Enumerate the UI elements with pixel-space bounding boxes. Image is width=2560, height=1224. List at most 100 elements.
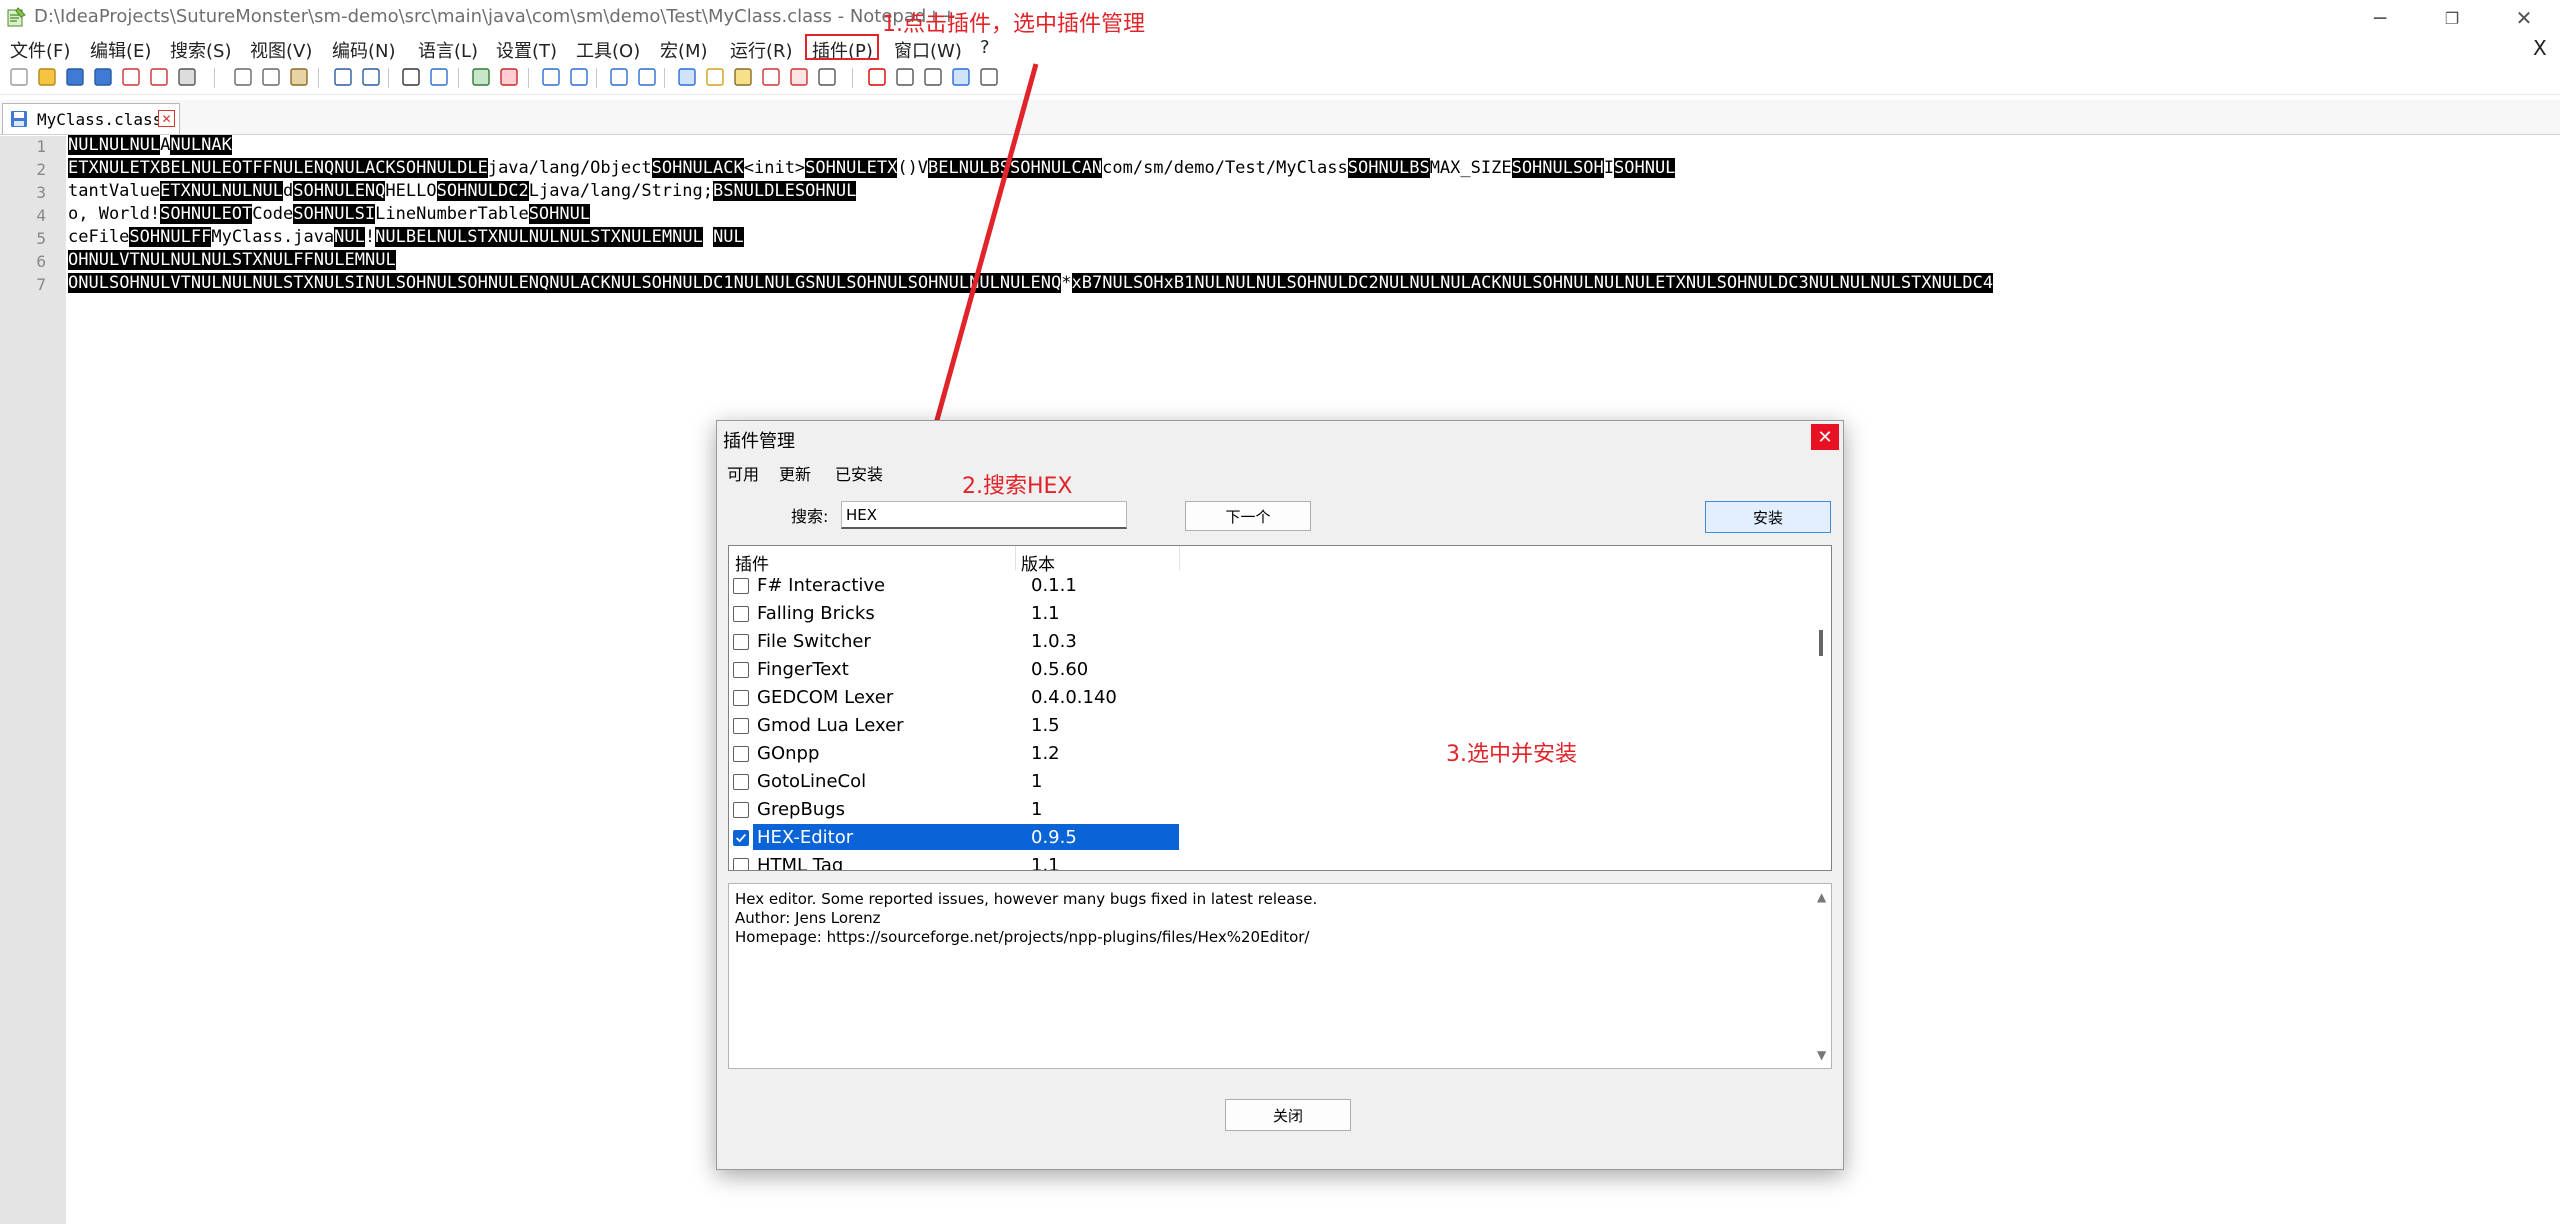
copy-icon[interactable]: [260, 66, 282, 88]
plugin-row[interactable]: File Switcher 1.0.3: [729, 628, 1819, 656]
scroll-up-icon[interactable]: ▲: [1817, 890, 1826, 904]
record-macro-icon[interactable]: [866, 66, 888, 88]
plugin-checkbox[interactable]: [733, 830, 749, 846]
save-all-icon[interactable]: [92, 66, 114, 88]
plugin-row[interactable]: GOnpp 1.2: [729, 740, 1819, 768]
function-list-icon[interactable]: [760, 66, 782, 88]
menu-search[interactable]: 搜索(S): [170, 37, 231, 63]
play-macro-icon[interactable]: [922, 66, 944, 88]
save-macro-icon[interactable]: [978, 66, 1000, 88]
all-chars-icon[interactable]: [636, 66, 658, 88]
menu-run[interactable]: 运行(R): [730, 37, 793, 63]
menu-macro[interactable]: 宏(M): [660, 37, 708, 63]
code-line[interactable]: ETXNULETXBELNULEOTFFNULENQNULACKSOHNULDL…: [68, 158, 1676, 178]
menu-language[interactable]: 语言(L): [418, 37, 478, 63]
menu-help[interactable]: ?: [980, 37, 990, 58]
plugin-row[interactable]: Falling Bricks 1.1: [729, 600, 1819, 628]
tab-close-icon[interactable]: ✕: [158, 110, 175, 127]
find-icon[interactable]: [400, 66, 422, 88]
control-char-token: OH: [68, 250, 89, 270]
plugin-checkbox[interactable]: [733, 718, 749, 734]
paste-icon[interactable]: [288, 66, 310, 88]
zoom-in-icon[interactable]: [470, 66, 492, 88]
control-char-token: NUL: [272, 158, 304, 178]
menu-edit[interactable]: 编辑(E): [90, 37, 151, 63]
wrap-icon[interactable]: [608, 66, 630, 88]
line-number: 5: [36, 229, 46, 248]
minimize-button[interactable]: ─: [2348, 0, 2412, 36]
menu-file[interactable]: 文件(F): [10, 37, 70, 63]
print-icon[interactable]: [176, 66, 198, 88]
monitor-icon[interactable]: [816, 66, 838, 88]
menu-tools[interactable]: 工具(O): [576, 37, 640, 63]
stop-macro-icon[interactable]: [894, 66, 916, 88]
folder-workspace-icon[interactable]: [788, 66, 810, 88]
code-line[interactable]: OHNULVTNULNULNULSTXNULFFNULEMNUL: [68, 250, 396, 270]
cut-icon[interactable]: [232, 66, 254, 88]
text-token: MyClass.java: [211, 227, 335, 247]
doc-map-icon[interactable]: [732, 66, 754, 88]
search-input[interactable]: [841, 501, 1127, 529]
undo-icon[interactable]: [332, 66, 354, 88]
close-file-icon[interactable]: [120, 66, 142, 88]
plugins-admin-dialog: 插件管理 ✕ 可用 更新 已安装 搜索: 下一个 安装 插件 版本 F# Int…: [716, 420, 1844, 1170]
list-scroll-thumb[interactable]: [1819, 630, 1823, 656]
udl-icon[interactable]: [704, 66, 726, 88]
install-button[interactable]: 安装: [1705, 501, 1831, 533]
save-icon[interactable]: [64, 66, 86, 88]
redo-icon[interactable]: [360, 66, 382, 88]
scroll-down-icon[interactable]: ▼: [1817, 1048, 1826, 1062]
tab-installed[interactable]: 已安装: [835, 461, 883, 485]
plugin-checkbox[interactable]: [733, 858, 749, 870]
plugin-row[interactable]: FingerText 0.5.60: [729, 656, 1819, 684]
plugin-row[interactable]: HEX-Editor 0.9.5: [729, 824, 1819, 852]
open-file-icon[interactable]: [36, 66, 58, 88]
dialog-close-icon[interactable]: ✕: [1811, 424, 1839, 450]
close-document-button[interactable]: X: [2533, 36, 2547, 60]
control-char-token: SOH: [805, 158, 836, 178]
code-line[interactable]: ONULSOHNULVTNULNULNULSTXNULSINULSOHNULSO…: [68, 273, 1994, 293]
zoom-out-icon[interactable]: [498, 66, 520, 88]
restore-button[interactable]: ❐: [2420, 0, 2484, 36]
plugin-row[interactable]: GrepBugs 1: [729, 796, 1819, 824]
run-macro-multiple-icon[interactable]: [950, 66, 972, 88]
tab-updates[interactable]: 更新: [779, 461, 811, 485]
plugin-row[interactable]: F# Interactive 0.1.1: [729, 572, 1819, 600]
plugin-checkbox[interactable]: [733, 634, 749, 650]
plugin-checkbox[interactable]: [733, 690, 749, 706]
plugin-checkbox[interactable]: [733, 662, 749, 678]
plugin-checkbox[interactable]: [733, 746, 749, 762]
plugin-row[interactable]: GEDCOM Lexer 0.4.0.140: [729, 684, 1819, 712]
close-window-button[interactable]: ✕: [2492, 0, 2556, 36]
menu-encoding[interactable]: 编码(N): [332, 37, 396, 63]
code-line[interactable]: ceFileSOHNULFFMyClass.javaNUL!NULBELNULS…: [68, 227, 744, 247]
indent-guide-icon[interactable]: [676, 66, 698, 88]
menu-window[interactable]: 窗口(W): [894, 37, 962, 63]
sync-v-icon[interactable]: [540, 66, 562, 88]
code-line[interactable]: NULNULNULANULNAK: [68, 135, 232, 155]
plugin-checkbox[interactable]: [733, 774, 749, 790]
tab-myclass[interactable]: MyClass.class ✕: [2, 103, 180, 134]
menu-settings[interactable]: 设置(T): [496, 37, 557, 63]
plugin-checkbox[interactable]: [733, 578, 749, 594]
replace-icon[interactable]: [428, 66, 450, 88]
control-char-token: CAN: [1071, 158, 1103, 178]
plugin-checkbox[interactable]: [733, 802, 749, 818]
menu-view[interactable]: 视图(V): [250, 37, 312, 63]
control-char-token: SOH: [129, 227, 161, 247]
sync-h-icon[interactable]: [568, 66, 590, 88]
new-file-icon[interactable]: [8, 66, 30, 88]
plugin-row[interactable]: HTML Tag 1.1: [729, 852, 1819, 870]
code-line[interactable]: tantValueETXNULNULNULdSOHNULENQHELLOSOHN…: [68, 181, 857, 201]
plugin-row[interactable]: Gmod Lua Lexer 1.5: [729, 712, 1819, 740]
plugin-checkbox[interactable]: [733, 606, 749, 622]
next-button[interactable]: 下一个: [1185, 501, 1311, 531]
list-scrollbar[interactable]: [1815, 546, 1831, 870]
close-button[interactable]: 关闭: [1225, 1099, 1351, 1131]
tab-available[interactable]: 可用: [727, 461, 759, 485]
plugin-row[interactable]: GotoLineCol 1: [729, 768, 1819, 796]
close-all-icon[interactable]: [148, 66, 170, 88]
control-char-token: NUL: [559, 204, 591, 224]
code-line[interactable]: o, World!SOHNULEOTCodeSOHNULSILineNumber…: [68, 204, 591, 224]
